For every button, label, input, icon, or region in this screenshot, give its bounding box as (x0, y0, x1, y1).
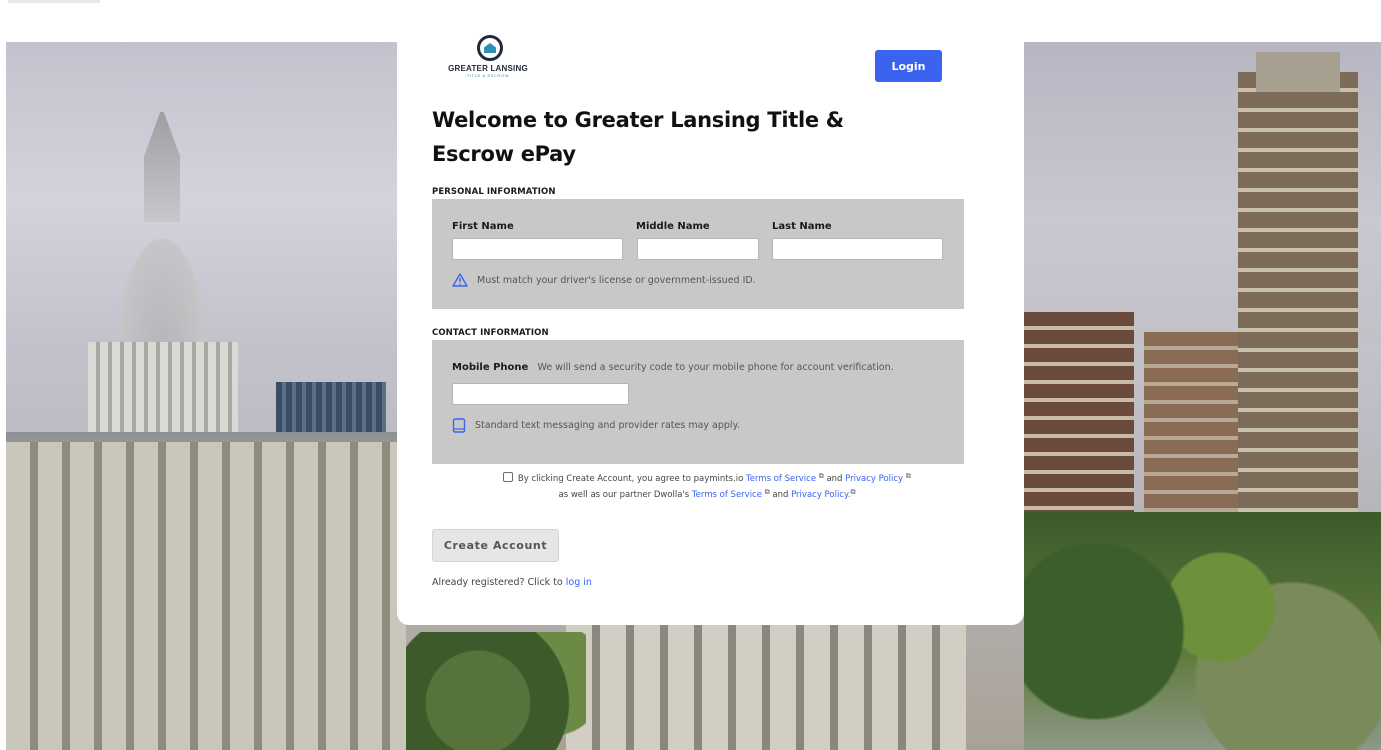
capitol-building (6, 442, 406, 750)
mobile-phone-label: Mobile Phone (452, 362, 529, 373)
logo-subtitle: TITLE & ESCROW (466, 73, 510, 78)
first-name-input[interactable] (452, 238, 623, 260)
create-account-button[interactable]: Create Account (432, 529, 559, 562)
trees-right (1024, 512, 1381, 750)
paymints-privacy-link[interactable]: Privacy Policy (845, 474, 903, 484)
company-logo[interactable]: GREATER LANSING TITLE & ESCROW (439, 35, 537, 79)
last-name-input[interactable] (772, 238, 943, 260)
warning-icon (452, 273, 468, 287)
middle-name-input[interactable] (637, 238, 759, 260)
already-registered: Already registered? Click to log in (432, 577, 592, 588)
already-registered-text: Already registered? Click to (432, 577, 563, 588)
external-link-icon: ⧉ (818, 472, 824, 480)
mobile-phone-help: We will send a security code to your mob… (537, 362, 894, 373)
personal-info-panel: First Name Middle Name Last Name Must ma… (432, 199, 964, 309)
paymints-terms-link[interactable]: Terms of Service (746, 474, 816, 484)
terms-and-1: and (826, 474, 843, 484)
mobile-phone-icon (452, 418, 466, 433)
sms-rates-note: Standard text messaging and provider rat… (452, 418, 740, 433)
trees-center (406, 632, 586, 750)
mobile-phone-row: Mobile Phone We will send a security cod… (452, 362, 894, 373)
terms-checkbox[interactable] (503, 472, 514, 482)
sms-rates-text: Standard text messaging and provider rat… (475, 420, 740, 431)
brick-building-1 (1024, 312, 1134, 542)
login-link[interactable]: log in (566, 577, 592, 588)
contact-info-panel: Mobile Phone We will send a security cod… (432, 340, 964, 464)
page-title: Welcome to Greater Lansing Title & Escro… (432, 108, 844, 166)
logo-mark-icon (477, 35, 503, 61)
dwolla-privacy-link[interactable]: Privacy Policy. (791, 490, 850, 500)
tower-top (1256, 52, 1340, 92)
external-link-icon: ⧉ (764, 488, 770, 496)
personal-section-label: PERSONAL INFORMATION (432, 187, 556, 197)
login-button[interactable]: Login (875, 50, 942, 82)
terms-text-2: as well as our partner Dwolla's (558, 490, 690, 500)
signup-card: GREATER LANSING TITLE & ESCROW Login Wel… (397, 35, 1024, 625)
terms-text-1: By clicking Create Account, you agree to… (517, 474, 744, 484)
last-name-label: Last Name (772, 221, 832, 232)
terms-agreement: By clicking Create Account, you agree to… (457, 470, 957, 502)
terms-and-2: and (772, 490, 789, 500)
id-match-text: Must match your driver's license or gove… (477, 274, 756, 286)
first-name-label: First Name (452, 221, 514, 232)
external-link-icon: ⧉ (905, 472, 911, 480)
dwolla-terms-link[interactable]: Terms of Service (692, 490, 762, 500)
mobile-phone-input[interactable] (452, 383, 629, 405)
external-link-icon: ⧉ (850, 488, 856, 496)
id-match-note: Must match your driver's license or gove… (452, 273, 756, 287)
contact-section-label: CONTACT INFORMATION (432, 328, 549, 338)
top-tab-marker (8, 0, 100, 3)
capitol-wing (566, 622, 966, 750)
logo-name: GREATER LANSING (448, 64, 528, 73)
middle-name-label: Middle Name (636, 221, 710, 232)
